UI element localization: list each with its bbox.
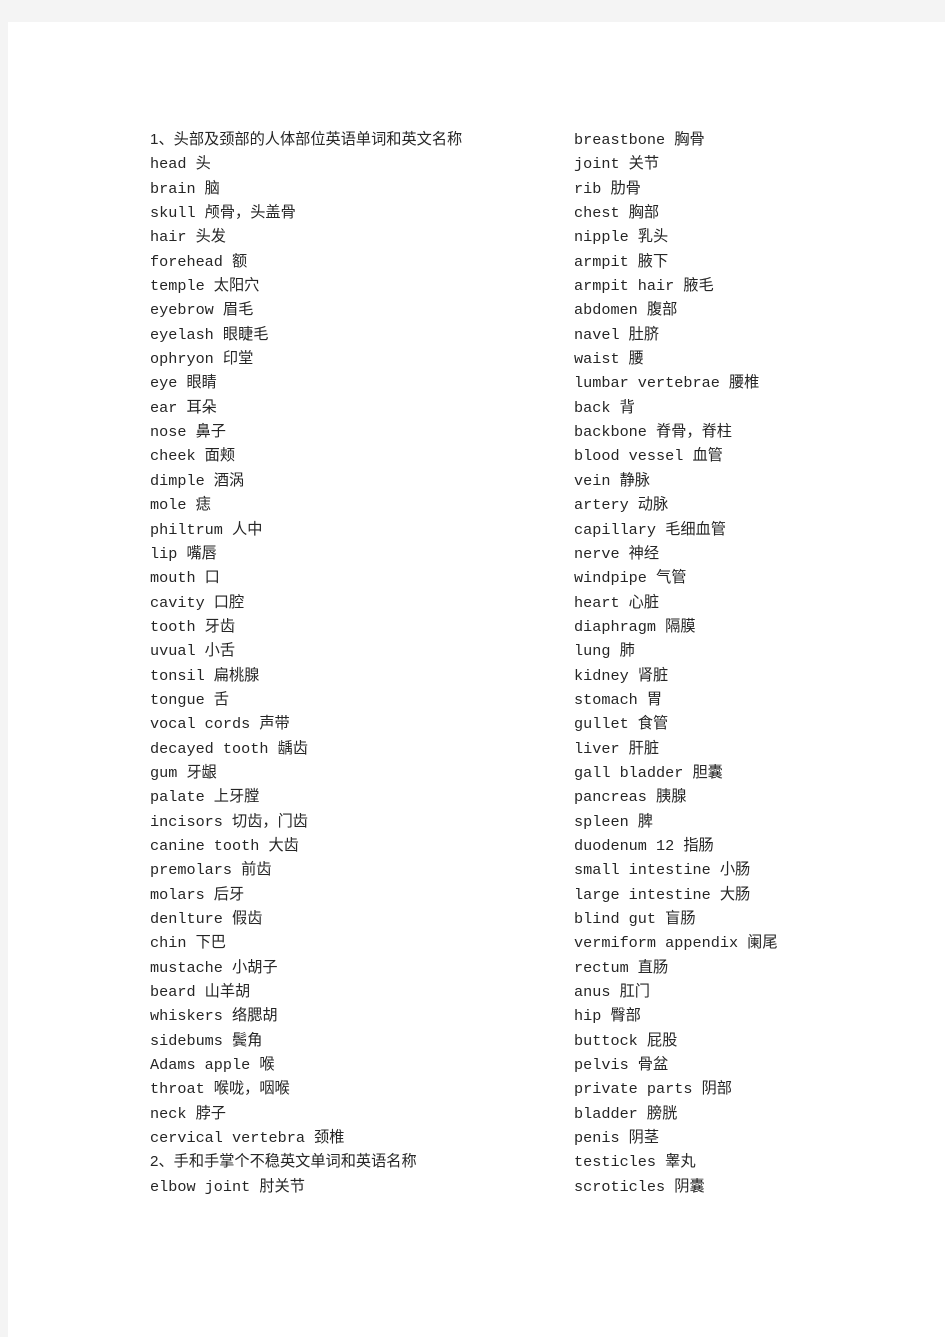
vocabulary-entry: penis 阴茎 (574, 1129, 660, 1148)
vocabulary-entry: mustache 小胡子 (150, 958, 278, 977)
vocabulary-entry: blood vessel 血管 (574, 447, 723, 466)
vocabulary-entry: navel 肚脐 (574, 325, 660, 344)
vocabulary-entry: liver 肝脏 (574, 739, 660, 758)
document-body: 1、头部及颈部的人体部位英语单词和英文名称 head 头 brain 脑 skull … (150, 128, 940, 1199)
vocabulary-entry: lung 肺 (574, 642, 635, 661)
vocabulary-entry: eye 眼睛 (150, 374, 217, 393)
document-page-sheet: 1、头部及颈部的人体部位英语单词和英文名称 head 头 brain 脑 skull … (8, 22, 945, 1337)
vocabulary-entry: temple 太阳穴 (150, 277, 260, 296)
vocabulary-entry: tonsil 扁桃腺 (150, 666, 260, 685)
vocabulary-entry: nose 鼻子 (150, 423, 226, 442)
vocabulary-entry: nipple 乳头 (574, 228, 669, 247)
vocabulary-column-right: breastbone 胸骨 joint 关节 rib 肋骨 chest 胸部 nippl… (574, 128, 940, 1199)
vocabulary-entry: abdomen 腹部 (574, 301, 678, 320)
vocabulary-entry: gullet 食管 (574, 715, 669, 734)
vocabulary-entry: neck 脖子 (150, 1104, 226, 1123)
section-heading: 2、手和手掌个不稳英文单词和英语名称 (150, 1153, 417, 1171)
vocabulary-entry: stomach 胃 (574, 690, 663, 709)
vocabulary-entry: ear 耳朵 (150, 398, 217, 417)
vocabulary-entry: palate 上牙膛 (150, 788, 260, 807)
section-heading: 1、头部及颈部的人体部位英语单词和英文名称 (150, 131, 463, 148)
vocabulary-entry: chest 胸部 (574, 204, 660, 223)
vocabulary-entry: kidney 肾脏 (574, 666, 669, 685)
vocabulary-entry: back 背 (574, 398, 635, 417)
vocabulary-entry: duodenum 12 指肠 (574, 836, 714, 855)
two-column-layout: 1、头部及颈部的人体部位英语单词和英文名称 head 头 brain 脑 skull … (150, 128, 940, 1199)
vocabulary-entry: gall bladder 胆囊 (574, 763, 723, 782)
vocabulary-entry: sidebums 鬓角 (150, 1031, 263, 1050)
vocabulary-entry: tongue 舌 (150, 690, 229, 709)
vocabulary-entry: throat 喉咙，咽喉 (150, 1080, 290, 1099)
vocabulary-entry: lumbar vertebrae 腰椎 (574, 374, 760, 393)
vocabulary-entry: hair 头发 (150, 228, 226, 247)
vocabulary-entry: forehead 额 (150, 252, 248, 271)
vocabulary-entry: brain 脑 (150, 179, 220, 198)
vocabulary-entry: eyebrow 眉毛 (150, 301, 254, 320)
vocabulary-entry: diaphragm 隔膜 (574, 617, 696, 636)
vocabulary-entry: decayed tooth 龋齿 (150, 739, 308, 758)
vocabulary-entry: uvual 小舌 (150, 642, 236, 661)
vocabulary-entry: skull 颅骨，头盖骨 (150, 204, 296, 223)
vocabulary-entry: backbone 脊骨，脊柱 (574, 423, 732, 442)
vocabulary-entry: capillary 毛细血管 (574, 520, 726, 539)
vocabulary-entry: denlture 假齿 (150, 910, 263, 928)
vocabulary-entry: large intestine 大肠 (574, 885, 751, 904)
vocabulary-entry: pancreas 胰腺 (574, 788, 687, 807)
vocabulary-entry: blind gut 盲肠 (574, 910, 696, 928)
vocabulary-entry: scroticles 阴囊 (574, 1177, 705, 1196)
vocabulary-entry: pelvis 骨盆 (574, 1056, 669, 1075)
vocabulary-entry: armpit hair 腋毛 (574, 277, 714, 296)
vocabulary-entry: artery 动脉 (574, 496, 669, 515)
vocabulary-entry: dimple 酒涡 (150, 471, 245, 490)
vocabulary-entry: hip 臀部 (574, 1007, 641, 1026)
vocabulary-entry: windpipe 气管 (574, 569, 687, 588)
vocabulary-entry: elbow joint 肘关节 (150, 1177, 305, 1196)
vocabulary-entry: eyelash 眼睫毛 (150, 325, 269, 344)
vocabulary-entry: mole 痣 (150, 496, 211, 515)
vocabulary-entry: philtrum 人中 (150, 520, 263, 539)
vocabulary-entry: nerve 神经 (574, 544, 660, 563)
vocabulary-entry: canine tooth 大齿 (150, 836, 299, 855)
vocabulary-entry: small intestine 小肠 (574, 861, 751, 880)
vocabulary-entry: vocal cords 声带 (150, 715, 290, 734)
vocabulary-entry: bladder 膀胱 (574, 1104, 678, 1123)
vocabulary-entry: private parts 阴部 (574, 1080, 732, 1099)
vocabulary-entry: breastbone 胸骨 (574, 131, 705, 149)
vocabulary-entry: ophryon 印堂 (150, 350, 254, 369)
vocabulary-entry: heart 心脏 (574, 593, 660, 612)
vocabulary-entry: gum 牙龈 (150, 763, 217, 782)
vocabulary-entry: rectum 直肠 (574, 958, 669, 977)
vocabulary-entry: anus 肛门 (574, 983, 650, 1002)
vocabulary-column-left: 1、头部及颈部的人体部位英语单词和英文名称 head 头 brain 脑 skull … (150, 128, 574, 1199)
vocabulary-entry: lip 嘴唇 (150, 544, 217, 563)
vocabulary-entry: incisors 切齿，门齿 (150, 812, 308, 831)
vocabulary-entry: waist 腰 (574, 350, 644, 369)
vocabulary-entry: armpit 腋下 (574, 252, 669, 271)
vocabulary-entry: vein 静脉 (574, 471, 650, 490)
vocabulary-entry: cervical vertebra 颈椎 (150, 1129, 345, 1148)
vocabulary-entry: chin 下巴 (150, 934, 226, 953)
vocabulary-entry: rib 肋骨 (574, 179, 641, 198)
vocabulary-entry: beard 山羊胡 (150, 983, 251, 1002)
vocabulary-entry: testicles 睾丸 (574, 1153, 696, 1172)
vocabulary-entry: Adams apple 喉 (150, 1056, 275, 1075)
vocabulary-entry: cavity 口腔 (150, 593, 245, 612)
vocabulary-entry: spleen 脾 (574, 812, 653, 831)
vocabulary-entry: head 头 (150, 155, 211, 174)
vocabulary-entry: tooth 牙齿 (150, 617, 236, 636)
vocabulary-entry: buttock 屁股 (574, 1031, 678, 1050)
vocabulary-entry: joint 关节 (574, 155, 660, 174)
vocabulary-entry: mouth 口 (150, 569, 220, 588)
vocabulary-entry: premolars 前齿 (150, 861, 272, 880)
vocabulary-entry: cheek 面颊 (150, 447, 236, 466)
vocabulary-entry: molars 后牙 (150, 885, 245, 904)
vocabulary-entry: vermiform appendix 阑尾 (574, 934, 778, 953)
vocabulary-entry: whiskers 络腮胡 (150, 1007, 278, 1026)
